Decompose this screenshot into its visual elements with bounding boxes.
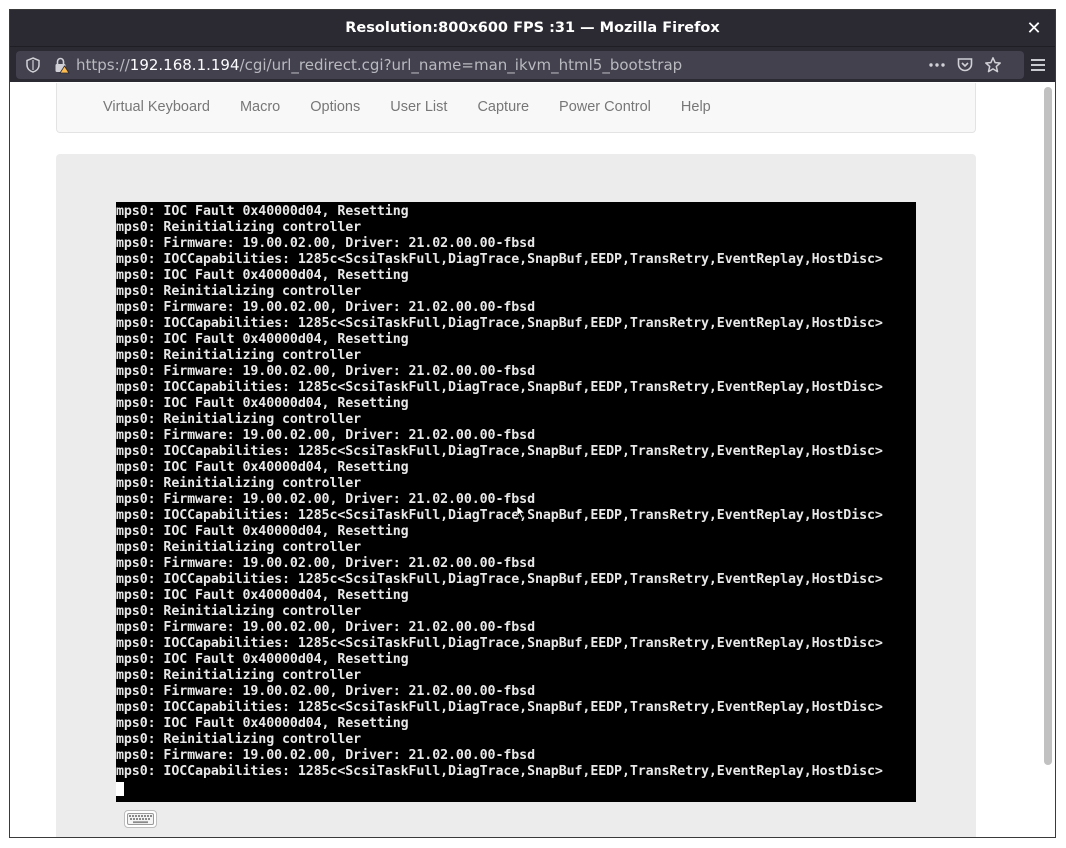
menu-macro[interactable]: Macro — [225, 99, 295, 115]
hamburger-menu-icon[interactable] — [1029, 56, 1047, 74]
menu-options[interactable]: Options — [295, 99, 375, 115]
more-dots-icon[interactable] — [928, 56, 946, 74]
kvm-menu-bar: Virtual Keyboard Macro Options User List… — [56, 83, 976, 133]
browser-window: Resolution:800x600 FPS :31 — Mozilla Fir… — [9, 9, 1056, 838]
close-icon[interactable]: ✕ — [1023, 17, 1045, 39]
url-scheme: https:// — [76, 56, 130, 74]
mouse-pointer-icon — [517, 506, 525, 518]
kvm-menu-list: Virtual Keyboard Macro Options User List… — [57, 83, 975, 131]
menu-virtual-keyboard[interactable]: Virtual Keyboard — [88, 99, 225, 115]
url-text[interactable]: https://192.168.1.194/cgi/url_redirect.c… — [76, 51, 682, 79]
keyboard-icon — [127, 813, 154, 825]
url-host: 192.168.1.194 — [129, 56, 240, 74]
scrollbar-thumb[interactable] — [1044, 87, 1052, 765]
menu-power-control[interactable]: Power Control — [544, 99, 666, 115]
url-path: /cgi/url_redirect.cgi?url_name=man_ikvm_… — [239, 56, 683, 74]
menu-capture[interactable]: Capture — [462, 99, 544, 115]
menu-help[interactable]: Help — [666, 99, 726, 115]
star-icon[interactable] — [984, 56, 1002, 74]
page-content: Virtual Keyboard Macro Options User List… — [10, 82, 1042, 837]
navigation-bar: https://192.168.1.194/cgi/url_redirect.c… — [10, 46, 1055, 82]
menu-user-list[interactable]: User List — [375, 99, 462, 115]
title-bar: Resolution:800x600 FPS :31 — Mozilla Fir… — [10, 10, 1055, 46]
console-output: mps0: IOC Fault 0x40000d04, Resetting mp… — [116, 204, 883, 779]
vertical-scrollbar[interactable] — [1040, 82, 1055, 837]
keyboard-button[interactable] — [124, 810, 157, 828]
pocket-icon[interactable] — [956, 56, 974, 74]
remote-console-screen[interactable]: mps0: IOC Fault 0x40000d04, Resetting mp… — [116, 202, 916, 802]
console-container: mps0: IOC Fault 0x40000d04, Resetting mp… — [56, 154, 976, 837]
address-bar[interactable]: https://192.168.1.194/cgi/url_redirect.c… — [16, 51, 1024, 79]
lock-warning-icon[interactable] — [52, 56, 70, 74]
text-cursor — [116, 782, 124, 796]
shield-icon[interactable] — [24, 56, 42, 74]
window-title: Resolution:800x600 FPS :31 — Mozilla Fir… — [345, 20, 720, 36]
